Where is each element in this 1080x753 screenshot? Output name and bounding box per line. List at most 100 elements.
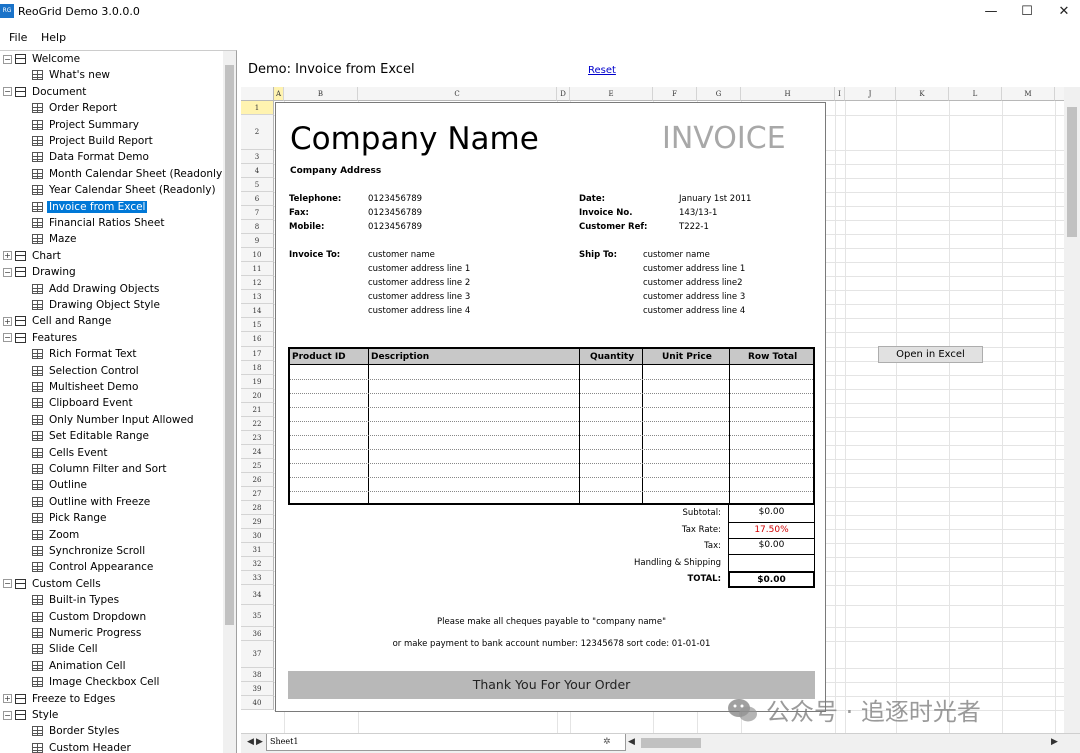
row-header[interactable]: 25 <box>241 459 274 473</box>
tree-item[interactable]: Border Styles <box>32 723 121 739</box>
tree-item[interactable]: Numeric Progress <box>32 625 143 641</box>
tree-item[interactable]: Only Number Input Allowed <box>32 412 196 428</box>
tree-item[interactable]: Outline with Freeze <box>32 494 152 510</box>
tree-item[interactable]: Order Report <box>32 100 119 116</box>
column-header[interactable]: A <box>274 87 284 101</box>
demo-tree[interactable]: − Welcome What's new − Document Order Report P… <box>0 50 237 753</box>
row-header[interactable]: 40 <box>241 696 274 710</box>
ship-to-line[interactable]: customer address line 3 <box>643 292 745 302</box>
column-header[interactable]: M <box>1002 87 1055 101</box>
row-header[interactable]: 13 <box>241 290 274 304</box>
menu-file[interactable]: File <box>9 31 27 44</box>
row-header[interactable]: 12 <box>241 276 274 290</box>
scroll-right-arrow-icon[interactable]: ▶ <box>1051 737 1058 747</box>
row-header[interactable]: 3 <box>241 150 274 164</box>
row-header[interactable]: 36 <box>241 627 274 641</box>
tree-item[interactable]: Image Checkbox Cell <box>32 674 161 690</box>
expand-icon[interactable]: + <box>3 251 12 261</box>
tree-item[interactable]: Control Appearance <box>32 559 155 575</box>
row-header[interactable]: 11 <box>241 262 274 276</box>
subtotal-value[interactable]: $0.00 <box>728 505 815 522</box>
tree-item[interactable]: Synchronize Scroll <box>32 543 147 559</box>
tree-item[interactable]: Invoice from Excel <box>32 199 148 215</box>
tree-item[interactable]: Month Calendar Sheet (Readonly) <box>32 166 228 182</box>
collapse-icon[interactable]: − <box>3 87 12 97</box>
prev-sheet-arrow-icon[interactable]: ◀ <box>247 737 254 747</box>
invoice-to-line[interactable]: customer address line 4 <box>368 306 470 316</box>
tree-item[interactable]: Year Calendar Sheet (Readonly) <box>32 182 218 198</box>
column-header[interactable]: J <box>845 87 896 101</box>
tree-item[interactable]: Built-in Types <box>32 592 121 608</box>
invoice-heading[interactable]: INVOICE <box>662 121 786 156</box>
row-header[interactable]: 26 <box>241 473 274 487</box>
spreadsheet-grid[interactable]: ABCDEFGHIJKLMN 1234567891011121314151617… <box>241 87 1080 733</box>
minimize-button[interactable]: — <box>971 2 1011 22</box>
payment-note-1[interactable]: Please make all cheques payable to "comp… <box>276 617 827 627</box>
row-header[interactable]: 18 <box>241 361 274 375</box>
row-header[interactable]: 29 <box>241 515 274 529</box>
tree-item[interactable]: − Document <box>3 84 88 100</box>
column-header[interactable]: L <box>949 87 1002 101</box>
invoice-to-line[interactable]: customer address line 3 <box>368 292 470 302</box>
new-sheet-icon[interactable]: ✲ <box>603 737 611 747</box>
row-header[interactable]: 6 <box>241 192 274 206</box>
row-header[interactable]: 10 <box>241 248 274 262</box>
tree-scroll-thumb[interactable] <box>225 65 234 625</box>
column-header[interactable]: K <box>896 87 949 101</box>
tax-rate-value[interactable]: 17.50% <box>728 522 815 539</box>
total-value[interactable]: $0.00 <box>728 571 815 588</box>
row-header[interactable]: 20 <box>241 389 274 403</box>
tree-item[interactable]: Rich Format Text <box>32 346 139 362</box>
ship-to-line[interactable]: customer address line 1 <box>643 264 745 274</box>
tree-item[interactable]: Cells Event <box>32 445 110 461</box>
tree-item[interactable]: Clipboard Event <box>32 395 135 411</box>
customer-ref-value[interactable]: T222-1 <box>679 222 709 232</box>
row-header[interactable]: 2 <box>241 115 274 150</box>
row-header[interactable]: 30 <box>241 529 274 543</box>
tree-item[interactable]: − Style <box>3 707 60 723</box>
company-address[interactable]: Company Address <box>290 166 381 176</box>
row-header[interactable]: 22 <box>241 417 274 431</box>
tree-item[interactable]: Set Editable Range <box>32 428 151 444</box>
invoice-to-line[interactable]: customer address line 2 <box>368 278 470 288</box>
row-header[interactable]: 21 <box>241 403 274 417</box>
column-header[interactable]: F <box>653 87 697 101</box>
scroll-left-arrow-icon[interactable]: ◀ <box>628 737 635 747</box>
invoice-no-value[interactable]: 143/13-1 <box>679 208 717 218</box>
invoice-to-line[interactable]: customer address line 1 <box>368 264 470 274</box>
row-header[interactable]: 37 <box>241 641 274 668</box>
tree-item[interactable]: Project Summary <box>32 117 141 133</box>
collapse-icon[interactable]: − <box>3 267 12 277</box>
tree-item[interactable]: Drawing Object Style <box>32 297 162 313</box>
payment-note-2[interactable]: or make payment to bank account number: … <box>276 639 827 649</box>
row-header[interactable]: 9 <box>241 234 274 248</box>
tree-item[interactable]: Maze <box>32 231 78 247</box>
tree-item[interactable]: Custom Dropdown <box>32 609 148 625</box>
mobile-value[interactable]: 0123456789 <box>368 222 422 232</box>
row-header[interactable]: 31 <box>241 543 274 557</box>
row-header[interactable]: 24 <box>241 445 274 459</box>
row-header[interactable]: 23 <box>241 431 274 445</box>
reset-link[interactable]: Reset <box>588 65 616 76</box>
tree-item[interactable]: + Chart <box>3 248 63 264</box>
column-header[interactable]: C <box>358 87 557 101</box>
row-header[interactable]: 35 <box>241 605 274 627</box>
row-header[interactable]: 16 <box>241 332 274 347</box>
tree-item[interactable]: − Custom Cells <box>3 576 103 592</box>
ship-to-line[interactable]: customer address line 4 <box>643 306 745 316</box>
tree-item[interactable]: Pick Range <box>32 510 109 526</box>
grid-corner[interactable] <box>241 87 274 101</box>
row-header[interactable]: 19 <box>241 375 274 389</box>
row-header[interactable]: 8 <box>241 220 274 234</box>
row-header[interactable]: 17 <box>241 347 274 361</box>
row-header[interactable]: 33 <box>241 571 274 585</box>
open-in-excel-button[interactable]: Open in Excel <box>878 346 983 363</box>
row-header[interactable]: 5 <box>241 178 274 192</box>
tree-item[interactable]: Project Build Report <box>32 133 155 149</box>
tree-item[interactable]: Selection Control <box>32 363 141 379</box>
sheet-tab[interactable]: Sheet1 <box>266 734 626 751</box>
tree-item[interactable]: + Cell and Range <box>3 313 113 329</box>
column-header[interactable]: G <box>697 87 741 101</box>
row-header[interactable]: 32 <box>241 557 274 571</box>
column-header[interactable]: D <box>557 87 570 101</box>
